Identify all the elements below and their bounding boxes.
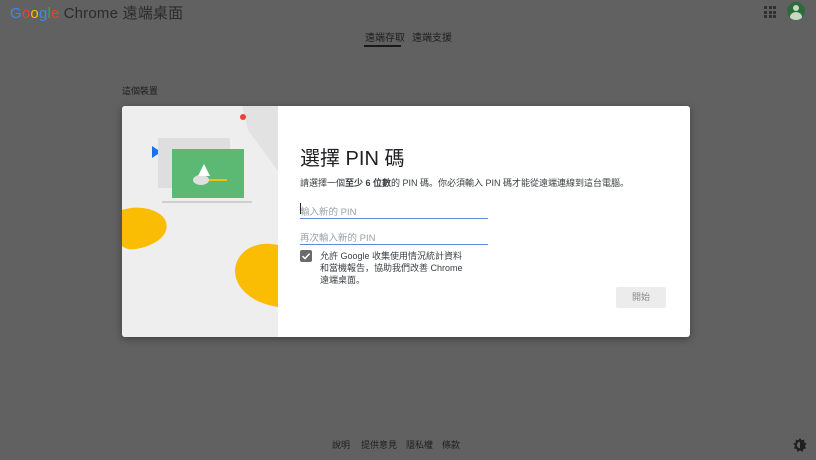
tab-remote-access[interactable]: 遠端存取: [365, 29, 405, 44]
user-avatar[interactable]: [787, 2, 805, 20]
tab-remote-support[interactable]: 遠端支援: [412, 29, 452, 44]
pin-input[interactable]: [300, 205, 488, 220]
footer-link-terms[interactable]: 條款: [442, 438, 460, 451]
dialog-description: 請選擇一個至少 6 位數的 PIN 碼。你必須輸入 PIN 碼才能從遠端連線到這…: [300, 178, 630, 188]
theme-toggle-icon[interactable]: [793, 438, 807, 452]
main-tabs: 遠端存取 遠端支援: [0, 28, 816, 48]
product-name: Chrome 遠端桌面: [63, 5, 184, 22]
google-wordmark: Google: [10, 5, 60, 22]
illustration-panel: [122, 106, 278, 337]
start-button[interactable]: 開始: [616, 287, 666, 308]
computer-illustration: [122, 106, 278, 307]
pin-field: [300, 202, 488, 220]
section-title-this-device: 這個裝置: [122, 86, 159, 96]
footer-link-privacy[interactable]: 隱私權: [406, 438, 433, 451]
text-caret: [300, 203, 301, 214]
dialog-content: 選擇 PIN 碼 請選擇一個至少 6 位數的 PIN 碼。你必須輸入 PIN 碼…: [300, 106, 680, 337]
pin-confirm-input[interactable]: [300, 231, 488, 246]
dialog-title: 選擇 PIN 碼: [300, 148, 405, 170]
active-tab-indicator: [364, 45, 401, 47]
footer-link-feedback[interactable]: 提供意見: [361, 438, 397, 451]
apps-grid-icon[interactable]: [764, 6, 776, 18]
app-header: Google Chrome 遠端桌面: [0, 0, 816, 28]
consent-label: 允許 Google 收集使用情況統計資料和當機報告，協助我們改善 Chrome …: [320, 251, 463, 285]
choose-pin-dialog: 選擇 PIN 碼 請選擇一個至少 6 位數的 PIN 碼。你必須輸入 PIN 碼…: [122, 106, 690, 337]
page-footer: 說明 提供意見 隱私權 條款: [0, 438, 816, 454]
pin-confirm-field: [300, 228, 488, 246]
consent-checkbox[interactable]: [300, 250, 312, 262]
footer-link-help[interactable]: 說明: [332, 438, 350, 451]
app-logo[interactable]: Google Chrome 遠端桌面: [10, 2, 183, 23]
checkmark-icon: [301, 253, 311, 260]
